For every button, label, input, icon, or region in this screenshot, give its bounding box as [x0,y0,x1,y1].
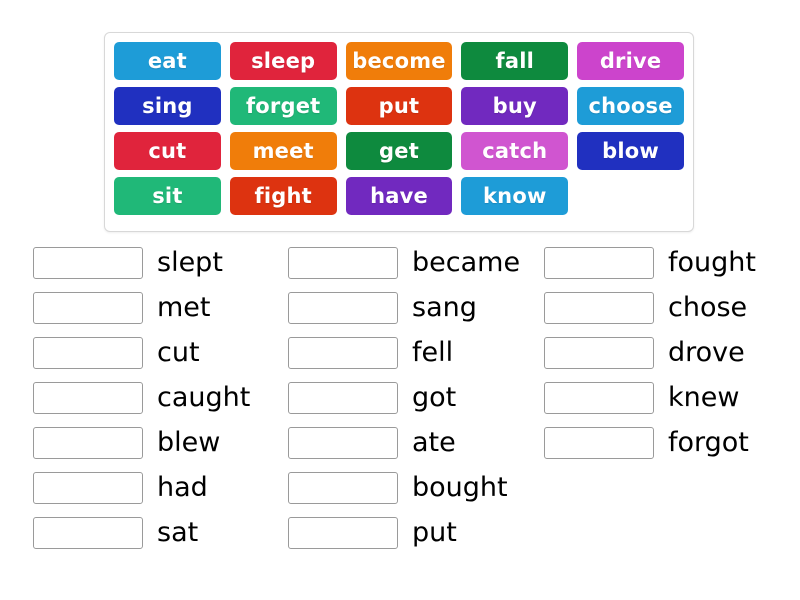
word-tile[interactable]: drive [577,42,684,80]
answer-drop-box[interactable] [544,246,654,279]
answer-row: put [288,510,516,555]
word-tile[interactable]: cut [114,132,221,170]
answer-label: met [157,292,211,323]
word-tile[interactable]: forget [229,87,337,125]
answer-drop-box[interactable] [288,381,398,414]
word-tile[interactable]: get [345,132,453,170]
answer-row: chose [544,285,774,330]
answer-column: slept met cut caught blew had sat [0,240,258,555]
answer-drop-box[interactable] [33,291,143,324]
word-tile[interactable]: know [461,177,569,215]
answer-drop-box[interactable] [544,291,654,324]
answer-label: knew [668,382,740,413]
answer-label: got [412,382,457,413]
answer-drop-box[interactable] [33,516,143,549]
word-tile[interactable]: blow [577,132,684,170]
answer-row: ate [288,420,516,465]
word-tile[interactable]: have [345,177,453,215]
word-tile[interactable]: become [345,42,453,80]
answer-row: bought [288,465,516,510]
answer-label: blew [157,427,221,458]
answer-drop-box[interactable] [544,336,654,369]
word-tile[interactable]: fight [229,177,337,215]
answer-row: had [33,465,258,510]
answer-label: bought [412,472,508,503]
answer-drop-box[interactable] [33,471,143,504]
answer-drop-box[interactable] [288,516,398,549]
answer-label: forgot [668,427,749,458]
answer-drop-box[interactable] [33,426,143,459]
answer-label: slept [157,247,223,278]
answer-column: became sang fell got ate bought put [258,240,520,555]
answer-drop-box[interactable] [288,471,398,504]
word-tile[interactable]: sing [114,87,221,125]
answer-drop-box[interactable] [33,336,143,369]
answer-drop-box[interactable] [33,246,143,279]
answer-row: fell [288,330,516,375]
answer-drop-box[interactable] [288,426,398,459]
word-tile[interactable]: catch [461,132,569,170]
word-tile[interactable]: buy [461,87,569,125]
word-bank-row: cut meet get catch blow [114,132,693,177]
answer-drop-box[interactable] [288,336,398,369]
answer-row: blew [33,420,258,465]
word-tile[interactable]: meet [229,132,337,170]
word-bank-panel: eat sleep become fall drive sing forget put buy c… [104,32,694,232]
answer-drop-box[interactable] [33,381,143,414]
answer-label: ate [412,427,456,458]
answer-label: caught [157,382,251,413]
answer-row: drove [544,330,774,375]
answer-area: slept met cut caught blew had sat became sang fel… [0,240,800,555]
answer-row: caught [33,375,258,420]
answer-label: cut [157,337,200,368]
answer-label: sang [412,292,477,323]
word-tile[interactable]: sleep [229,42,337,80]
word-bank-row: sit fight have know [114,177,693,222]
answer-label: sat [157,517,199,548]
word-bank-row: sing forget put buy choose [114,87,693,132]
answer-column: fought chose drove knew forgot [516,240,774,555]
answer-row: slept [33,240,258,285]
answer-drop-box[interactable] [288,246,398,279]
answer-label: fought [668,247,756,278]
answer-row: got [288,375,516,420]
answer-label: fell [412,337,454,368]
answer-row: forgot [544,420,774,465]
answer-drop-box[interactable] [288,291,398,324]
answer-label: became [412,247,521,278]
answer-label: put [412,517,457,548]
word-tile[interactable]: choose [577,87,684,125]
answer-drop-box[interactable] [544,381,654,414]
answer-drop-box[interactable] [544,426,654,459]
word-bank-row: eat sleep become fall drive [114,42,693,87]
answer-row: sang [288,285,516,330]
answer-row: became [288,240,520,285]
answer-row: cut [33,330,258,375]
answer-row: knew [544,375,774,420]
word-tile[interactable]: sit [114,177,221,215]
word-tile[interactable]: fall [461,42,569,80]
answer-label: drove [668,337,745,368]
word-tile[interactable]: put [345,87,453,125]
answer-label: had [157,472,208,503]
word-tile[interactable]: eat [114,42,221,80]
answer-row: fought [544,240,774,285]
answer-label: chose [668,292,748,323]
word-tile-empty [577,177,684,215]
answer-row: met [33,285,258,330]
answer-row: sat [33,510,258,555]
